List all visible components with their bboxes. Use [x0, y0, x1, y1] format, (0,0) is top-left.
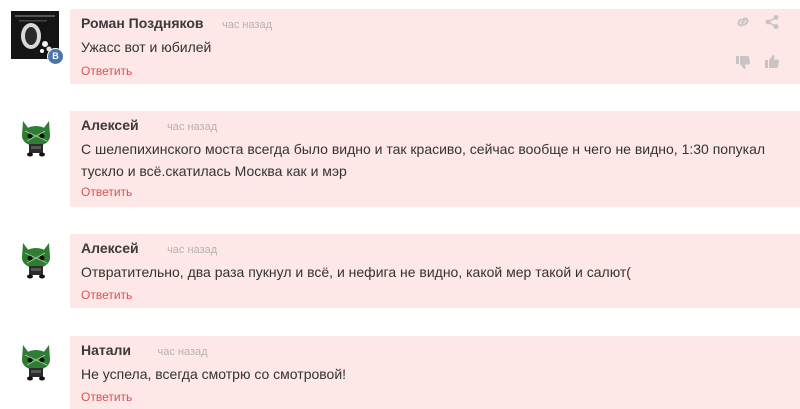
- avatar[interactable]: [17, 341, 55, 381]
- comment-author[interactable]: Роман Поздняков: [81, 15, 204, 31]
- comment-header: Натали час назад: [81, 342, 208, 360]
- avatar[interactable]: [17, 239, 55, 279]
- comment-author[interactable]: Алексей: [81, 117, 139, 133]
- avatar[interactable]: [17, 117, 55, 157]
- comment-text: Не успела, всегда смотрю со смотровой!: [81, 366, 347, 382]
- comment-author[interactable]: Натали: [81, 342, 131, 358]
- reply-button[interactable]: Ответить: [81, 288, 132, 302]
- reply-button[interactable]: Ответить: [81, 185, 132, 199]
- comment-text: Ужасс вот и юбилей: [81, 39, 212, 55]
- comment-bubble: Алексей час назад Отвратительно, два раз…: [70, 234, 800, 308]
- comment-time: час назад: [222, 19, 273, 31]
- comment-time: час назад: [167, 244, 218, 256]
- comment-header: Алексей час назад: [81, 240, 217, 258]
- reply-button[interactable]: Ответить: [81, 64, 132, 78]
- comment-time: час назад: [167, 121, 218, 133]
- comment-author[interactable]: Алексей: [81, 240, 139, 256]
- reply-button[interactable]: Ответить: [81, 390, 132, 404]
- comment-text: С шелепихинского моста всегда было видно…: [81, 141, 766, 179]
- link-icon[interactable]: [735, 14, 751, 30]
- comment-time: час назад: [157, 346, 208, 358]
- comment-header: Алексей час назад: [81, 117, 217, 135]
- thumbs-down-icon[interactable]: [735, 54, 751, 70]
- comment-bubble: Натали час назад Не успела, всегда смотр…: [70, 336, 800, 409]
- comment-header: Роман Поздняков час назад: [81, 15, 272, 33]
- comment-bubble: Роман Поздняков час назад Ужасс вот и юб…: [70, 9, 800, 84]
- thumbs-up-icon[interactable]: [764, 54, 780, 70]
- comment-bubble: Алексей час назад С шелепихинского моста…: [70, 111, 800, 207]
- comment-text: Отвратительно, два раза пукнул и всё, и …: [81, 264, 631, 280]
- green-cat-avatar-icon: [22, 243, 50, 279]
- green-cat-avatar-icon: [22, 121, 50, 157]
- vk-badge-icon: В: [47, 48, 64, 65]
- green-cat-avatar-icon: [22, 345, 50, 381]
- share-icon[interactable]: [764, 14, 780, 30]
